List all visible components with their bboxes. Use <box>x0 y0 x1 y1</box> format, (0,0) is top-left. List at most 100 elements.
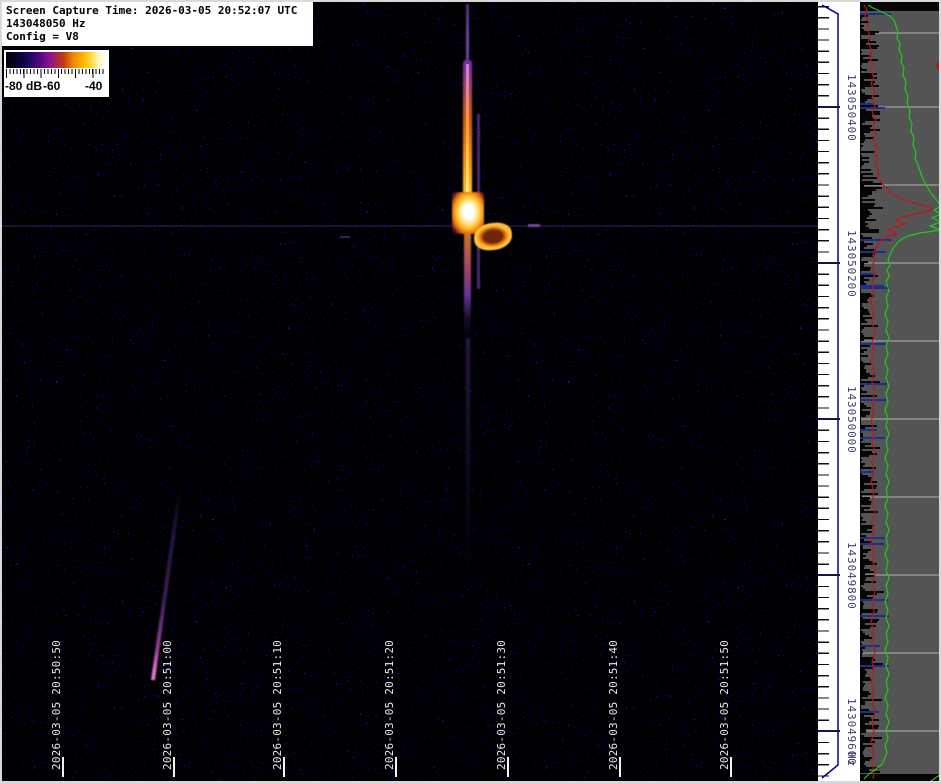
noise-bar <box>860 411 870 413</box>
noise-bar <box>860 403 864 405</box>
noise-bar <box>860 377 868 379</box>
spectrum-plot <box>860 2 941 781</box>
noise-bar <box>860 727 878 729</box>
noise-bar <box>860 617 863 619</box>
noise-bar <box>860 459 862 461</box>
time-label: 2026-03-05 20:51:50 <box>718 640 731 770</box>
color-scale-minor-ticks <box>6 69 105 74</box>
noise-bar-blue <box>860 285 884 287</box>
noise-bar <box>860 457 861 459</box>
noise-bar <box>860 643 862 645</box>
noise-bar-blue <box>860 383 887 385</box>
noise-bar <box>860 585 861 587</box>
noise-bar <box>860 663 883 665</box>
noise-bar-blue <box>860 107 885 109</box>
echo-fragment-dash <box>528 224 540 227</box>
noise-bar <box>860 209 868 211</box>
noise-bar <box>860 575 875 577</box>
noise-bar <box>860 295 874 297</box>
noise-bar <box>860 497 870 499</box>
noise-bar <box>860 65 861 67</box>
noise-bar <box>860 591 884 593</box>
noise-bar <box>860 215 869 217</box>
noise-bar <box>860 519 862 521</box>
time-tick <box>62 757 64 777</box>
noise-bar <box>860 43 866 45</box>
noise-bar <box>860 655 862 657</box>
time-label: 2026-03-05 20:51:10 <box>271 640 284 770</box>
noise-bar <box>860 631 863 633</box>
noise-bar <box>860 357 861 359</box>
frequency-label: 143050000 <box>845 386 858 454</box>
noise-bar <box>860 573 865 575</box>
noise-bar <box>860 291 861 293</box>
noise-bar <box>860 495 862 497</box>
noise-bar <box>860 91 862 93</box>
noise-bar <box>860 189 876 191</box>
noise-bar <box>860 475 868 477</box>
noise-bar <box>860 413 870 415</box>
frequency-major-tick <box>818 574 840 576</box>
noise-bar <box>860 717 871 719</box>
noise-bar <box>860 19 861 21</box>
noise-bar <box>860 587 863 589</box>
noise-bar <box>860 633 865 635</box>
noise-bar <box>860 329 862 331</box>
noise-bar <box>860 445 865 447</box>
noise-bar-blue <box>860 471 874 473</box>
noise-bar <box>860 713 875 715</box>
noise-bar <box>860 85 879 87</box>
noise-bar <box>860 265 864 267</box>
noise-bar <box>860 561 873 563</box>
noise-bar <box>860 197 862 199</box>
noise-bar <box>860 513 861 515</box>
noise-bar <box>860 623 865 625</box>
noise-bar <box>860 147 861 149</box>
db-unit-label: dB <box>26 79 42 93</box>
noise-bar <box>860 725 879 727</box>
noise-bar <box>860 187 882 189</box>
noise-bar <box>860 509 864 511</box>
noise-bar <box>860 407 871 409</box>
noise-bar <box>860 139 865 141</box>
time-tick <box>730 757 732 777</box>
noise-bar <box>860 515 861 517</box>
noise-bar <box>860 163 864 165</box>
noise-bar <box>860 117 873 119</box>
noise-bar <box>860 51 862 53</box>
frequency-major-tick <box>818 730 840 732</box>
noise-bar <box>860 59 878 61</box>
noise-bar <box>860 259 861 261</box>
noise-bar <box>860 379 861 381</box>
noise-bar <box>860 37 861 39</box>
noise-bar <box>860 137 874 139</box>
noise-bar-blue <box>860 665 889 667</box>
noise-bar <box>860 533 861 535</box>
noise-bar <box>860 185 864 187</box>
meteor-echo-tail-faint <box>466 338 470 578</box>
frequency-major-tick <box>818 418 840 420</box>
noise-bar <box>860 657 874 659</box>
noise-bar <box>860 473 862 475</box>
noise-bar <box>860 635 869 637</box>
noise-bar <box>860 309 868 311</box>
noise-bar <box>860 687 863 689</box>
noise-bar <box>860 673 866 675</box>
time-label: 2026-03-05 20:51:40 <box>607 640 620 770</box>
noise-bar <box>860 351 864 353</box>
noise-bar <box>860 641 861 643</box>
noise-bar <box>860 759 870 761</box>
noise-bar <box>860 337 874 339</box>
noise-bar <box>860 267 871 269</box>
noise-bar <box>860 769 869 771</box>
noise-bar <box>860 67 862 69</box>
noise-bar <box>860 715 864 717</box>
noise-bar <box>860 27 862 29</box>
noise-bar <box>860 247 864 249</box>
noise-bar <box>860 319 865 321</box>
noise-bar <box>860 443 871 445</box>
noise-bar <box>860 507 870 509</box>
noise-bar <box>860 97 873 99</box>
noise-bar <box>860 145 863 147</box>
noise-bar <box>860 321 867 323</box>
